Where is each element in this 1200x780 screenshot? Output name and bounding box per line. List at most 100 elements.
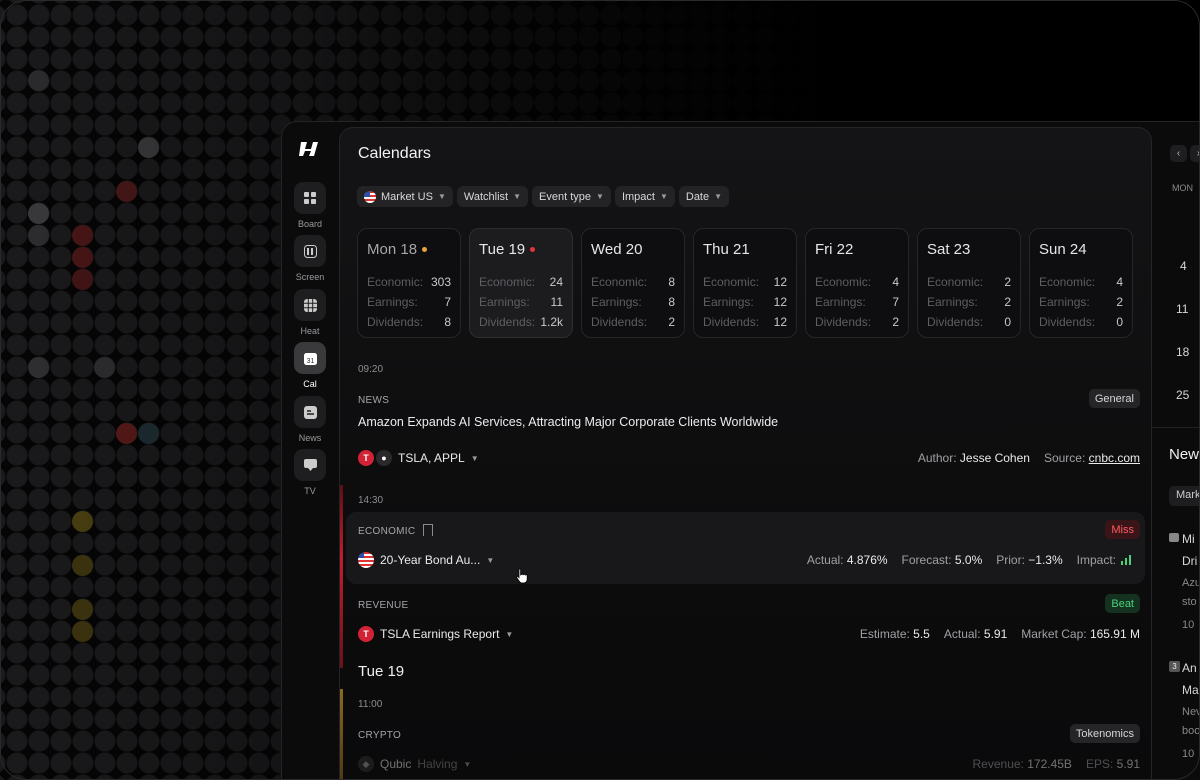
stat-economic: 24 (549, 275, 563, 289)
stat-label: Earnings: (591, 295, 642, 309)
nav-rail: Board Screen Heat 31 Cal News TV (282, 122, 339, 780)
calendar-date[interactable]: 25 (1176, 388, 1189, 402)
prior-label: Prior: (996, 553, 1025, 567)
news-filter-chip[interactable]: Mark (1169, 486, 1200, 506)
app-logo-icon[interactable] (299, 140, 321, 162)
rail-item-screen[interactable]: Screen (293, 235, 327, 282)
filter-label: Event type (539, 190, 592, 203)
chevron-down-icon: ▼ (659, 192, 668, 201)
stat-earnings: 2 (1116, 295, 1123, 309)
author-name: Jesse Cohen (959, 451, 1030, 465)
news-meta: Author: Jesse Cohen Source: cnbc.com (918, 451, 1140, 465)
page-title: Calendars (358, 145, 431, 162)
chevron-down-icon: ▼ (437, 192, 446, 201)
stat-dividends: 0 (1116, 315, 1123, 329)
rail-item-tv[interactable]: TV (293, 449, 327, 496)
rail-label: Cal (303, 379, 317, 389)
forecast-value: 5.0% (954, 553, 983, 567)
stat-dividends: 8 (444, 315, 451, 329)
stat-dividends: 1.2k (540, 315, 563, 329)
grid-icon (294, 182, 326, 214)
event-title: TSLA Earnings Report (380, 627, 500, 641)
impact-bars-icon (1121, 555, 1131, 565)
forecast-label: Forecast: (901, 553, 952, 567)
ticker-selector[interactable]: T ● TSLA, APPL ▼ (358, 450, 479, 466)
us-flag-icon (364, 190, 376, 203)
economic-event-card[interactable] (346, 512, 1145, 584)
stat-earnings: 7 (444, 295, 451, 309)
news-text: Mi (1182, 532, 1195, 546)
filter-label: Market US (381, 190, 433, 203)
rail-item-board[interactable]: Board (293, 182, 327, 229)
day-card-fri-22[interactable]: Fri 22 Economic: 4 Earnings: 7 Dividends: 2 (805, 228, 909, 338)
news-text: boo (1182, 725, 1200, 737)
rail-label: Screen (295, 272, 325, 282)
stat-label: Earnings: (703, 295, 754, 309)
calendar-date[interactable]: 4 (1180, 259, 1187, 273)
event-category: NEWS (358, 395, 390, 406)
calendar-date[interactable]: 18 (1176, 345, 1189, 359)
stat-label: Economic: (591, 275, 648, 289)
stat-economic: 2 (1004, 275, 1011, 289)
apple-logo-icon: ● (376, 450, 392, 466)
impact-label: Impact: (1076, 553, 1116, 567)
author-label: Author: (917, 451, 957, 465)
next-month-button[interactable]: › (1190, 145, 1200, 162)
news-text: 10 (1182, 748, 1195, 760)
day-card-sun-24[interactable]: Sun 24 Economic: 4 Earnings: 2 Dividends: 0 (1029, 228, 1133, 338)
day-card-thu-21[interactable]: Thu 21 Economic: 12 Earnings: 12 Dividends… (693, 228, 797, 338)
right-panel: ‹ › MON 4 11 18 25 New Mark Mi Dri Azu s… (1152, 122, 1200, 780)
prior-value: −1.3% (1028, 553, 1063, 567)
news-text: sto (1182, 596, 1197, 608)
day-card-wed-20[interactable]: Wed 20 Economic: 8 Earnings: 8 Dividends: 2 (581, 228, 685, 338)
news-panel-title: New (1169, 446, 1200, 463)
miss-badge: Miss (1105, 520, 1140, 539)
day-card-tue-19[interactable]: Tue 19 Economic: 24 Earnings: 11 Dividends… (469, 228, 573, 338)
calendar-date[interactable]: 11 (1176, 302, 1188, 316)
stat-economic: 12 (773, 275, 787, 289)
mcap-label: Market Cap: (1021, 627, 1087, 641)
earnings-event-title[interactable]: T TSLA Earnings Report ▼ (358, 626, 513, 642)
stat-label: Dividends: (703, 315, 760, 329)
day-card-sat-23[interactable]: Sat 23 Economic: 2 Earnings: 2 Dividends: 0 (917, 228, 1021, 338)
actual-label: Actual: (943, 627, 981, 641)
stat-label: Economic: (927, 275, 984, 289)
filter-impact[interactable]: Impact ▼ (614, 186, 675, 207)
actual-value: 4.876% (846, 553, 888, 567)
stat-dividends: 2 (668, 315, 675, 329)
rail-item-cal[interactable]: 31 Cal (293, 342, 327, 389)
bookmark-icon[interactable] (423, 524, 433, 536)
tv-icon (294, 449, 326, 481)
day-card-mon-18[interactable]: Mon 18 Economic: 303 Earnings: 7 Dividends… (357, 228, 461, 338)
economic-event-title[interactable]: 20-Year Bond Au... ▼ (358, 552, 494, 568)
crypto-event-title[interactable]: ◆ Qubic Halving ▼ (358, 756, 471, 772)
filter-date[interactable]: Date ▼ (678, 186, 730, 207)
status-dot (530, 246, 536, 252)
filter-market[interactable]: Market US ▼ (357, 186, 453, 207)
stat-label: Economic: (703, 275, 760, 289)
rail-item-heat[interactable]: Heat (293, 289, 327, 336)
beat-badge: Beat (1105, 594, 1140, 613)
tesla-logo-icon: T (358, 626, 374, 642)
actual-label: Actual: (806, 553, 844, 567)
chevron-down-icon: ▼ (513, 192, 522, 201)
filter-event-type[interactable]: Event type ▼ (532, 186, 611, 207)
economic-values: Actual: 4.876% Forecast: 5.0% Prior: −1.… (807, 553, 1131, 567)
stat-label: Earnings: (927, 295, 978, 309)
news-text: Ma (1182, 683, 1199, 697)
heatmap-icon (294, 289, 326, 321)
filter-label: Watchlist (463, 190, 509, 203)
prev-month-button[interactable]: ‹ (1170, 145, 1187, 162)
news-text: Dri (1182, 554, 1198, 568)
news-headline[interactable]: Amazon Expands AI Services, Attracting M… (358, 415, 778, 429)
day-name: Wed 20 (591, 240, 643, 258)
divider (1152, 427, 1200, 428)
event-tag: General (1088, 389, 1140, 408)
rail-item-news[interactable]: News (293, 396, 327, 443)
day-name: Sat 23 (927, 240, 971, 258)
stat-dividends: 12 (773, 315, 787, 329)
source-link[interactable]: cnbc.com (1089, 451, 1140, 465)
source-label: Source: (1043, 451, 1086, 465)
filter-watchlist[interactable]: Watchlist ▼ (456, 186, 529, 207)
news-text: Nev (1182, 706, 1200, 718)
